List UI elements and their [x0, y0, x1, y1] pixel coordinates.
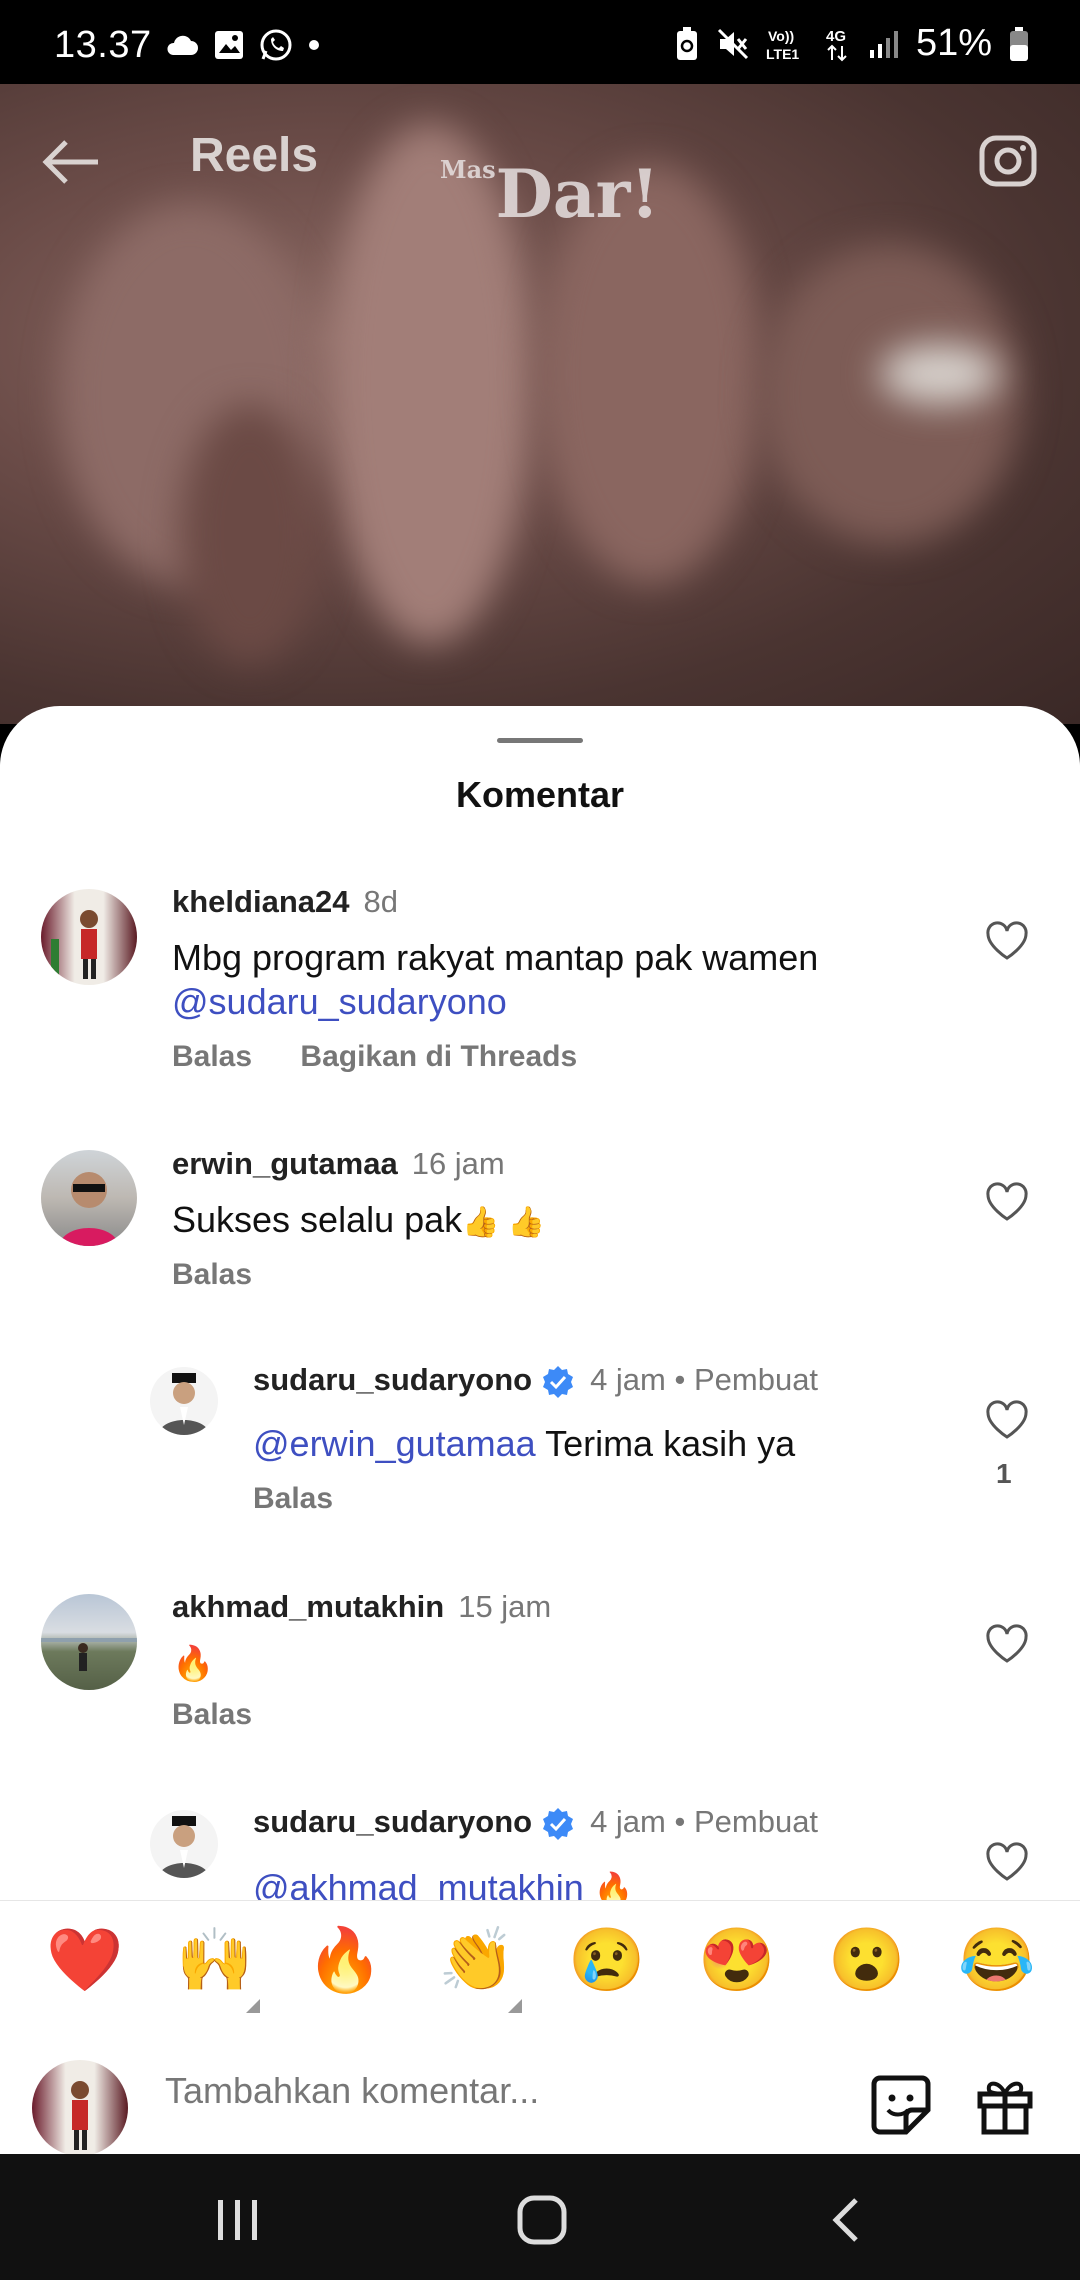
recent-apps-icon[interactable] — [214, 2198, 262, 2242]
comment-time: 15 jam — [458, 1589, 552, 1624]
quick-reactions-bar: ❤️ 🙌 🔥 👏 😢 😍 😮 😂 — [0, 1900, 1080, 2031]
share-threads-button[interactable]: Bagikan di Threads — [300, 1040, 577, 1073]
like-count: 1 — [996, 1458, 1012, 1489]
like-heart-icon[interactable] — [985, 1842, 1029, 1882]
sticker-icon[interactable] — [870, 2074, 932, 2136]
reaction-laughing[interactable]: 😂 — [958, 1921, 1035, 2001]
comment-input[interactable]: Tambahkan komentar... — [165, 2070, 539, 2112]
mobile-data-icon: 4G — [826, 28, 847, 61]
my-avatar — [32, 2060, 128, 2156]
reaction-surprised[interactable]: 😮 — [828, 1921, 905, 2001]
camera-icon[interactable] — [976, 128, 1040, 192]
comment-username[interactable]: sudaru_sudaryono — [253, 1804, 532, 1839]
reaction-fire[interactable]: 🔥 — [306, 1921, 383, 2001]
reaction-crying[interactable]: 😢 — [568, 1921, 645, 2001]
back-arrow-icon[interactable] — [40, 130, 104, 194]
creator-badge: Pembuat — [693, 1362, 819, 1397]
status-time: 13.37 — [54, 24, 152, 66]
gallery-icon — [215, 31, 243, 59]
signal-icon — [869, 30, 898, 58]
reply-button[interactable]: Balas — [172, 1698, 252, 1731]
skin-tone-indicator — [246, 1999, 260, 2013]
comment-text: Mbg program rakyat mantap pak wamen — [172, 937, 819, 978]
reply-button[interactable]: Balas — [172, 1258, 252, 1291]
like-heart-icon[interactable] — [985, 1400, 1029, 1440]
svg-text:Vo)): Vo)) — [768, 28, 794, 44]
comment-text: Sukses selalu pak — [172, 1199, 463, 1240]
battery-percent: 51% — [915, 22, 992, 64]
reaction-clapping[interactable]: 👏 — [438, 1921, 515, 2001]
reaction-heart-eyes[interactable]: 😍 — [698, 1921, 775, 2001]
home-icon[interactable] — [516, 2194, 568, 2246]
whatsapp-icon — [260, 29, 292, 61]
comment-mention[interactable]: @sudaru_sudaryono — [172, 981, 507, 1022]
like-heart-icon[interactable] — [985, 921, 1029, 961]
reply-button[interactable]: Balas — [253, 1482, 333, 1515]
comment-username[interactable]: akhmad_mutakhin — [172, 1589, 444, 1624]
page-title: Reels — [190, 129, 319, 182]
gift-icon[interactable] — [974, 2074, 1036, 2136]
svg-text:LTE1: LTE1 — [766, 46, 799, 62]
comment-text: 🔥 — [172, 1645, 215, 1683]
sheet-title: Komentar — [455, 774, 625, 815]
like-heart-icon[interactable] — [985, 1182, 1029, 1222]
reply-button[interactable]: Balas — [172, 1040, 252, 1073]
verified-badge-icon — [543, 1807, 574, 1840]
avatar[interactable] — [41, 889, 137, 985]
svg-text:4G: 4G — [826, 28, 846, 45]
comment-time: 4 jam — [590, 1362, 666, 1397]
avatar[interactable] — [150, 1810, 218, 1878]
battery-saver-icon — [676, 26, 697, 60]
system-navigation-bar — [0, 2154, 1080, 2280]
video-watermark: MasDar! — [440, 155, 660, 233]
thumbs-up-emoji: 👍 👍 — [462, 1206, 546, 1239]
volte-icon: Vo)) LTE1 — [766, 28, 799, 62]
notification-dot-icon — [309, 40, 319, 50]
comment-time: 4 jam — [590, 1804, 666, 1839]
avatar[interactable] — [150, 1367, 218, 1435]
comment-time: 16 jam — [411, 1146, 505, 1181]
status-bar: 13.37 Vo)) LTE1 4G 51% — [0, 0, 1080, 84]
drag-handle[interactable] — [497, 738, 583, 743]
mute-icon — [717, 28, 748, 59]
comment-username[interactable]: sudaru_sudaryono — [253, 1362, 532, 1397]
verified-badge-icon — [543, 1365, 574, 1398]
comment-text: Terima kasih ya — [545, 1423, 796, 1464]
reaction-heart[interactable]: ❤️ — [46, 1921, 123, 2001]
cloud-icon — [167, 35, 198, 55]
avatar[interactable] — [41, 1150, 137, 1246]
skin-tone-indicator — [508, 1999, 522, 2013]
back-nav-icon[interactable] — [826, 2196, 866, 2244]
reaction-raising-hands[interactable]: 🙌 — [176, 1921, 253, 2001]
creator-badge: Pembuat — [693, 1804, 819, 1839]
battery-icon — [1010, 26, 1028, 61]
comment-username[interactable]: kheldiana24 — [172, 884, 349, 919]
avatar[interactable] — [41, 1594, 137, 1690]
comment-composer: Tambahkan komentar... — [0, 2030, 1080, 2156]
comment-username[interactable]: erwin_gutamaa — [172, 1146, 398, 1181]
comment-time: 8d — [363, 884, 398, 919]
comment-mention[interactable]: @erwin_gutamaa — [253, 1423, 536, 1464]
like-heart-icon[interactable] — [985, 1624, 1029, 1664]
